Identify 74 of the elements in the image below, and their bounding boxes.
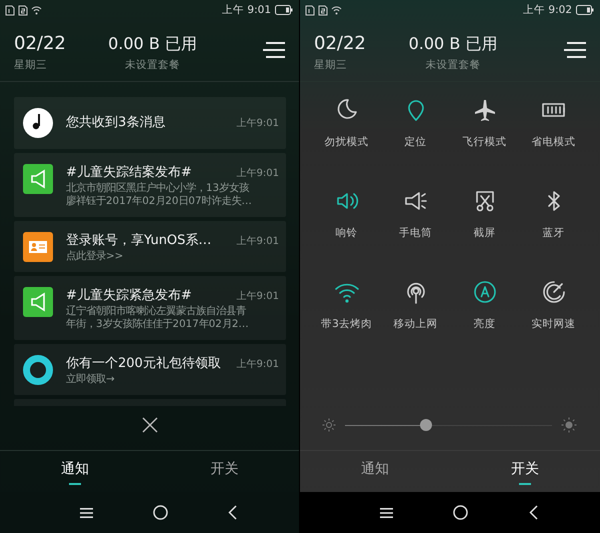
notification-title: #儿童失踪结案发布#	[66, 164, 192, 182]
music-note-icon	[23, 108, 53, 138]
notification-time: 上午9:01	[236, 234, 279, 248]
data-plan-text: 未设置套餐	[125, 58, 180, 72]
toggle-label: 手电筒	[399, 226, 432, 240]
notification-title: 你有一个200元礼包待领取	[66, 355, 221, 373]
back-icon[interactable]	[228, 505, 237, 520]
toggle-label: 勿扰模式	[324, 135, 368, 149]
notification-body: 廖祥钰于2017年02月20日07时许走失…	[66, 195, 253, 208]
weekday-text: 星期三	[314, 58, 348, 72]
notification-body: 北京市朝阳区黑庄户中心小学，13岁女孩	[66, 182, 250, 195]
notification-card[interactable]: #儿童失踪紧急发布# 上午9:01 辽宁省朝阳市喀喇沁左翼蒙古族自治县青 年街，3岁女孩陈佳佳于2017年02月2…	[14, 276, 286, 340]
menu-icon[interactable]	[380, 508, 394, 518]
notification-card[interactable]: #儿童失踪结案发布# 上午9:01 北京市朝阳区黑庄户中心小学，13岁女孩 廖祥钰于2017年02月20日07时许走失…	[14, 153, 286, 217]
toggle-label: 亮度	[474, 317, 496, 331]
toggle-label: 飞行模式	[462, 135, 506, 149]
tab[interactable]: 通知	[300, 451, 450, 492]
menu-icon[interactable]	[564, 42, 586, 58]
wifi-signal-icon	[31, 5, 42, 15]
toggle-label: 带3去烤肉	[321, 317, 372, 331]
notification-card[interactable]: 登录账号，享YunOS系… 上午9:01 点此登录>>	[14, 221, 286, 272]
notification-time: 上午9:01	[236, 116, 279, 130]
tab[interactable]: 开关	[450, 451, 600, 492]
notification-title: 您共收到3条消息	[66, 114, 166, 132]
menu-icon[interactable]	[263, 42, 285, 58]
notification-body: 点此登录>>	[66, 250, 124, 263]
sim-card-icon	[305, 4, 315, 16]
toggle-label: 省电模式	[532, 135, 576, 149]
home-icon[interactable]	[153, 505, 168, 520]
notification-title: 登录账号，享YunOS系…	[66, 232, 212, 250]
megaphone-icon	[23, 164, 53, 194]
battery-icon	[576, 5, 594, 15]
close-icon[interactable]	[142, 417, 158, 433]
toggle-label: 移动上网	[394, 317, 438, 331]
sim-card-icon	[18, 4, 28, 16]
wifi-signal-icon	[331, 5, 342, 15]
bright-sun-icon	[561, 417, 577, 433]
toggle-label: 蓝牙	[542, 226, 564, 240]
data-plan-text: 未设置套餐	[426, 58, 480, 72]
slider-thumb[interactable]	[420, 419, 432, 431]
notification-body: 立即领取→	[66, 373, 116, 386]
data-usage-text: 0.00 B 已用	[108, 33, 197, 54]
menu-icon[interactable]	[80, 508, 93, 518]
auto-brightness-icon[interactable]	[472, 279, 498, 305]
battery-icon	[275, 5, 293, 15]
contact-card-icon	[23, 232, 53, 262]
date-text: 02/22	[314, 33, 367, 54]
notification-card[interactable]: 你有一个200元礼包待领取 上午9:01 立即领取→	[14, 344, 286, 395]
sim-card-icon	[318, 4, 328, 16]
ring-logo-icon	[23, 355, 53, 385]
toggle-label: 定位	[404, 135, 426, 149]
notification-time: 上午9:01	[236, 166, 279, 180]
tab[interactable]: 通知	[0, 451, 150, 492]
notification-body: 辽宁省朝阳市喀喇沁左翼蒙古族自治县青	[66, 305, 247, 318]
data-usage-text: 0.00 B 已用	[408, 33, 498, 54]
sim-card-icon	[5, 4, 15, 16]
notification-body: 年街，3岁女孩陈佳佳于2017年02月2…	[66, 318, 250, 331]
toggle-label: 响铃	[336, 226, 358, 240]
date-text: 02/22	[14, 33, 67, 54]
back-icon[interactable]	[528, 505, 538, 520]
weekday-text: 星期三	[14, 58, 48, 72]
notification-time: 上午9:01	[236, 358, 279, 371]
dim-sun-icon	[322, 418, 336, 432]
speedometer-icon[interactable]	[540, 279, 566, 305]
toggle-label: 截屏	[474, 226, 496, 240]
home-icon[interactable]	[453, 505, 468, 520]
notification-time: 上午9:01	[236, 290, 279, 303]
toggle-label: 实时网速	[532, 317, 576, 331]
notification-card[interactable]: 您共收到3条消息 上午9:01	[14, 97, 286, 149]
tab[interactable]: 开关	[150, 451, 299, 492]
status-time: 上午 9:02	[523, 3, 572, 17]
megaphone-icon	[23, 287, 53, 317]
notification-title: #儿童失踪紧急发布#	[66, 287, 192, 305]
status-time: 上午 9:01	[222, 3, 271, 17]
